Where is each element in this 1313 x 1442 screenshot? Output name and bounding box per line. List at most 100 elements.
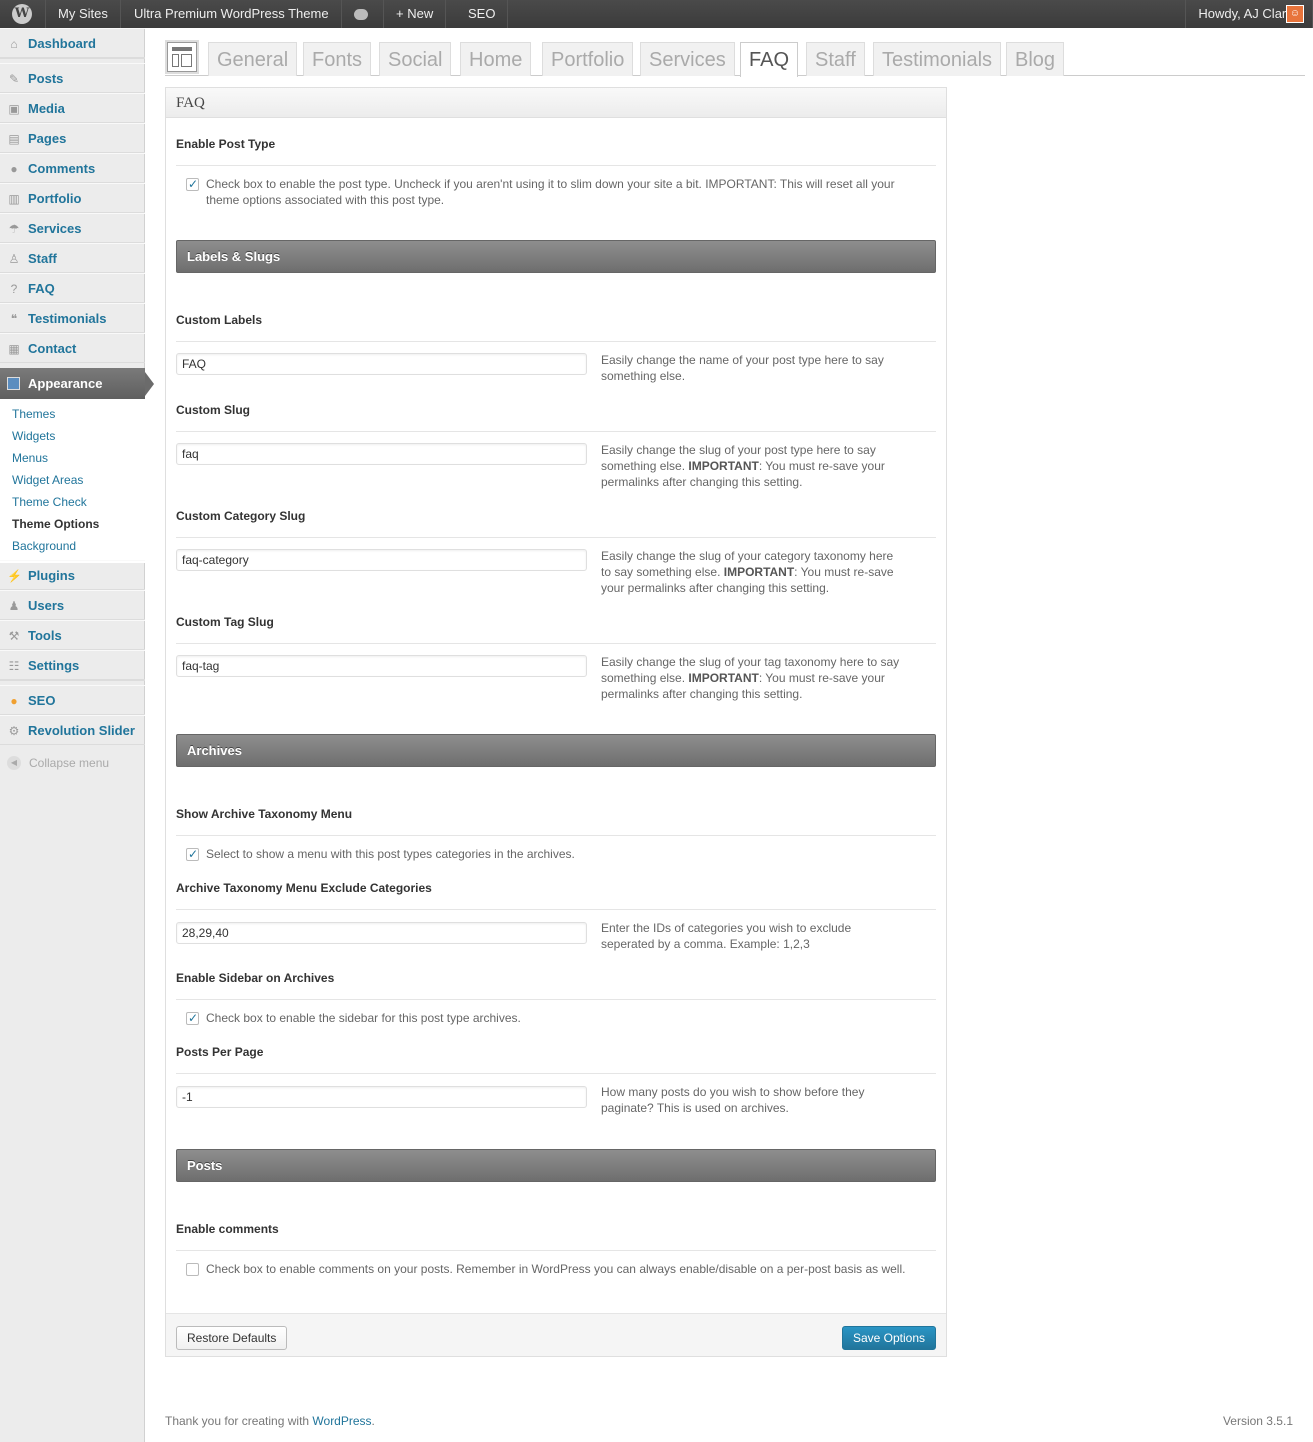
posts-per-page-input[interactable] bbox=[176, 1086, 587, 1108]
submenu-menus[interactable]: Menus bbox=[0, 447, 145, 469]
exclude-categories-input[interactable] bbox=[176, 922, 587, 944]
comments-link[interactable] bbox=[342, 0, 384, 28]
desc-important: IMPORTANT bbox=[723, 565, 795, 579]
submenu-theme-check[interactable]: Theme Check bbox=[0, 491, 145, 513]
sidebar-item-testimonials[interactable]: ❝ Testimonials bbox=[0, 303, 145, 333]
sidebar-item-label: Posts bbox=[28, 71, 64, 86]
my-sites-link[interactable]: My Sites bbox=[46, 0, 121, 28]
restore-defaults-button[interactable]: Restore Defaults bbox=[176, 1326, 288, 1350]
archives-section[interactable]: Archives bbox=[176, 734, 936, 767]
sidebar-item-pages[interactable]: ▤ Pages bbox=[0, 123, 145, 153]
sidebar-item-label: Dashboard bbox=[28, 36, 96, 51]
sidebar-item-dashboard[interactable]: ⌂ Dashboard bbox=[0, 28, 145, 58]
custom-tag-slug-input[interactable] bbox=[176, 655, 587, 677]
gear-icon: ⚙ bbox=[8, 724, 20, 738]
sidebar-item-plugins[interactable]: ⚡ Plugins bbox=[0, 560, 145, 590]
sidebar-item-media[interactable]: ▣ Media bbox=[0, 93, 145, 123]
sidebar-item-staff[interactable]: ♙ Staff bbox=[0, 243, 145, 273]
tab-testimonials[interactable]: Testimonials bbox=[873, 42, 1002, 76]
enable-sidebar-text: Check box to enable the sidebar for this… bbox=[206, 1011, 521, 1025]
account-greeting: Howdy, AJ Clarke bbox=[1198, 6, 1300, 21]
submenu-widgets[interactable]: Widgets bbox=[0, 425, 145, 447]
sidebar-item-label: Media bbox=[28, 101, 65, 116]
tab-services[interactable]: Services bbox=[640, 42, 735, 76]
sidebar-item-label: Comments bbox=[28, 161, 96, 176]
sidebar-item-label: FAQ bbox=[28, 281, 55, 296]
admin-sidebar: ⌂ Dashboard ✎ Posts ▣ Media ▤ Pages ● Comment… bbox=[0, 28, 154, 1442]
custom-slug-input[interactable] bbox=[176, 443, 587, 465]
appearance-submenu: Themes Widgets Menus Widget Areas Theme … bbox=[0, 399, 145, 563]
enable-post-type-checkbox[interactable] bbox=[186, 176, 199, 192]
pin-icon: ✎ bbox=[8, 72, 20, 86]
tab-fonts[interactable]: Fonts bbox=[303, 42, 372, 76]
tab-faq[interactable]: FAQ bbox=[740, 42, 799, 77]
panel-title: FAQ bbox=[166, 88, 946, 118]
tab-social[interactable]: Social bbox=[379, 42, 452, 76]
custom-tag-slug-title: Custom Tag Slug bbox=[176, 615, 936, 644]
labels-slugs-section[interactable]: Labels & Slugs bbox=[176, 240, 936, 273]
quote-icon: ❝ bbox=[10, 312, 18, 326]
tab-blog[interactable]: Blog bbox=[1006, 42, 1065, 76]
sidebar-item-revolution-slider[interactable]: ⚙ Revolution Slider bbox=[0, 715, 145, 745]
enable-sidebar-checkbox[interactable] bbox=[186, 1010, 199, 1026]
person-icon: ♙ bbox=[8, 252, 20, 266]
tab-home[interactable]: Home bbox=[460, 42, 532, 76]
admin-bar: W My Sites Ultra Premium WordPress Theme… bbox=[0, 0, 1313, 28]
account-menu[interactable]: Howdy, AJ Clarke ☺ bbox=[1185, 0, 1313, 28]
enable-sidebar-title: Enable Sidebar on Archives bbox=[176, 971, 936, 1000]
wordpress-logo-button[interactable]: W bbox=[0, 0, 46, 28]
sidebar-item-comments[interactable]: ● Comments bbox=[0, 153, 145, 183]
sidebar-item-users[interactable]: ♟ Users bbox=[0, 590, 145, 620]
enable-comments-row: Check box to enable comments on your pos… bbox=[186, 1261, 926, 1277]
custom-labels-input[interactable] bbox=[176, 353, 587, 375]
sidebar-item-settings[interactable]: ☷ Settings bbox=[0, 650, 145, 680]
seo-link[interactable]: SEO bbox=[456, 0, 509, 28]
custom-category-slug-input[interactable] bbox=[176, 549, 587, 571]
desc-important: IMPORTANT bbox=[688, 459, 759, 473]
sidebar-item-label: Tools bbox=[28, 628, 62, 643]
exclude-categories-desc: Enter the IDs of categories you wish to … bbox=[601, 921, 852, 951]
sidebar-item-posts[interactable]: ✎ Posts bbox=[0, 63, 145, 93]
tab-portfolio[interactable]: Portfolio bbox=[542, 42, 634, 76]
users-icon: ♟ bbox=[8, 599, 20, 613]
submenu-themes[interactable]: Themes bbox=[0, 403, 145, 425]
sidebar-item-faq[interactable]: ? FAQ bbox=[0, 273, 145, 303]
footer-thanks: Thank you for creating with bbox=[165, 1414, 313, 1428]
enable-comments-text: Check box to enable comments on your pos… bbox=[206, 1262, 906, 1276]
save-options-button[interactable]: Save Options bbox=[841, 1326, 936, 1350]
options-panel: FAQ Enable Post Type Check box to enable… bbox=[165, 87, 947, 1357]
site-name-link[interactable]: Ultra Premium WordPress Theme bbox=[122, 0, 342, 28]
submenu-theme-options[interactable]: Theme Options bbox=[0, 513, 145, 535]
sidebar-item-portfolio[interactable]: ▥ Portfolio bbox=[0, 183, 145, 213]
tab-general[interactable]: General bbox=[208, 42, 298, 76]
show-archive-menu-row: Select to show a menu with this post typ… bbox=[186, 846, 926, 862]
custom-slug-desc: Easily change the slug of your post type… bbox=[601, 442, 901, 490]
posts-section[interactable]: Posts bbox=[176, 1149, 936, 1182]
sidebar-item-seo[interactable]: ● SEO bbox=[0, 685, 145, 715]
sidebar-item-tools[interactable]: ⚒ Tools bbox=[0, 620, 145, 650]
sidebar-item-label: Users bbox=[28, 598, 65, 613]
submenu-background[interactable]: Background bbox=[0, 535, 145, 557]
collapse-arrow-icon: ◀ bbox=[7, 756, 21, 770]
collapse-menu-button[interactable]: ◀ Collapse menu bbox=[0, 750, 145, 776]
settings-icon: ☷ bbox=[8, 659, 20, 673]
tools-icon: ⚒ bbox=[8, 629, 20, 643]
comment-icon: ● bbox=[10, 162, 18, 176]
tab-staff[interactable]: Staff bbox=[806, 42, 865, 76]
show-archive-menu-checkbox[interactable] bbox=[186, 846, 199, 862]
wordpress-link[interactable]: WordPress bbox=[312, 1414, 371, 1428]
sidebar-item-label: Revolution Slider bbox=[28, 723, 135, 738]
custom-category-slug-desc: Easily change the slug of your category … bbox=[601, 548, 901, 596]
sidebar-item-label: Settings bbox=[28, 658, 80, 673]
sidebar-item-appearance[interactable]: Appearance bbox=[0, 368, 154, 399]
sidebar-item-contact[interactable]: ▦ Contact bbox=[0, 333, 145, 363]
posts-per-page-title: Posts Per Page bbox=[176, 1045, 936, 1074]
page-icon: ▤ bbox=[8, 132, 20, 146]
new-content-link[interactable]: + New bbox=[384, 0, 447, 28]
sidebar-item-label: Plugins bbox=[28, 568, 75, 583]
exclude-categories-title: Archive Taxonomy Menu Exclude Categories bbox=[176, 881, 936, 910]
custom-tag-slug-desc: Easily change the slug of your tag taxon… bbox=[601, 654, 901, 702]
sidebar-item-services[interactable]: ☂ Services bbox=[0, 213, 145, 243]
enable-comments-checkbox[interactable] bbox=[186, 1263, 199, 1276]
submenu-widget-areas[interactable]: Widget Areas bbox=[0, 469, 145, 491]
